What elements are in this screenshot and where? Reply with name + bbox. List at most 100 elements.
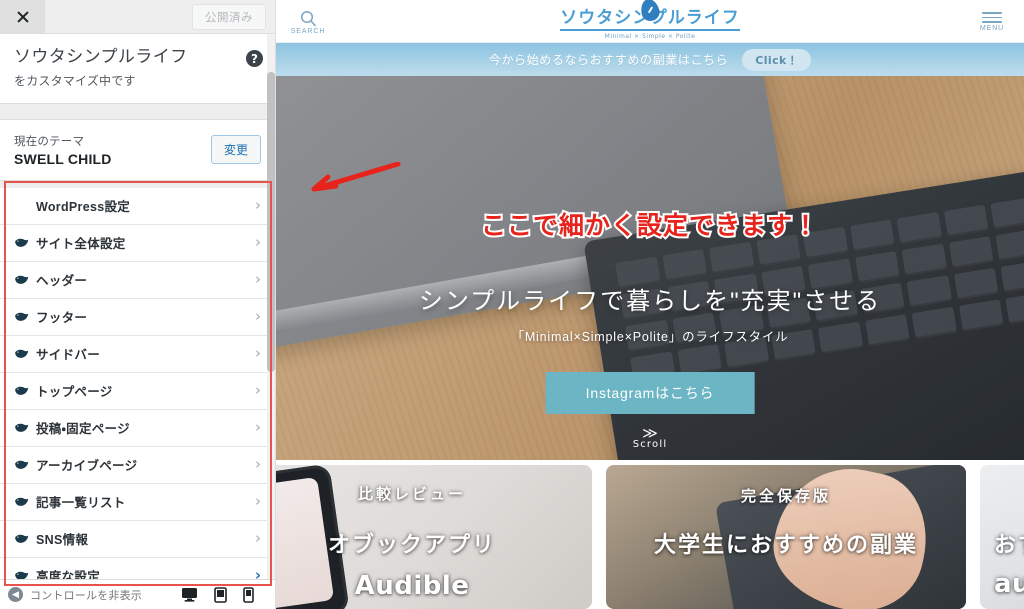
desktop-preview-icon[interactable] xyxy=(181,587,198,602)
notification-click-button[interactable]: Click！ xyxy=(742,48,812,71)
card-brand: audiobook.j xyxy=(994,569,1024,599)
sidebar-divider-2 xyxy=(0,180,275,188)
chevron-right-icon: › xyxy=(255,418,261,437)
search-label: SEARCH xyxy=(290,27,326,35)
sidebar-item-label: ヘッダー xyxy=(36,274,88,289)
site-header: SEARCH ソウタシンプルライフ Minimal × Simple × Pol… xyxy=(276,0,1024,43)
change-theme-button[interactable]: 変更 xyxy=(210,135,261,165)
scroll-indicator[interactable]: ≫ Scroll xyxy=(633,423,668,450)
site-logo[interactable]: ソウタシンプルライフ Minimal × Simple × Polite xyxy=(340,0,960,40)
sidebar-item-label: WordPress設定 xyxy=(36,200,131,215)
chevron-right-icon: › xyxy=(255,270,261,289)
sidebar-scrollbar-thumb[interactable] xyxy=(267,72,275,372)
swell-bird-icon xyxy=(14,274,36,285)
swell-bird-icon xyxy=(14,348,36,359)
tablet-preview-icon[interactable] xyxy=(214,586,227,603)
card-headline: オブックアプリ xyxy=(327,532,496,557)
menu-label: MENU xyxy=(979,24,1005,32)
swell-bird-icon xyxy=(14,385,36,396)
sidebar-item-label: サイト全体設定 xyxy=(36,237,126,252)
swell-bird-icon xyxy=(14,311,36,322)
swell-bird-icon xyxy=(14,237,36,248)
customizer-sidebar: 公開済み ソウタシンプルライフ をカスタマイズ中です ? 現在のテーマ SWEL… xyxy=(0,0,276,609)
sidebar-item-5[interactable]: サイドバー › xyxy=(0,335,275,373)
sidebar-item-label: 投稿・固定ページ xyxy=(36,422,130,437)
sidebar-item-10[interactable]: SNS情報 › xyxy=(0,520,275,558)
current-theme-texts: 現在のテーマ SWELL CHILD xyxy=(14,133,211,167)
sidebar-item-7[interactable]: 投稿・固定ページ › xyxy=(0,409,275,447)
chevron-right-icon: › xyxy=(255,233,261,252)
site-tagline: Minimal × Simple × Polite xyxy=(604,32,696,40)
notification-bar[interactable]: 今から始めるならおすすめの副業はこちら Click！ xyxy=(276,43,1024,76)
sidebar-item-3[interactable]: ヘッダー › xyxy=(0,261,275,299)
annotation-arrow-icon xyxy=(311,162,401,192)
card-eyebrow: 比較レビュー xyxy=(357,486,466,503)
swell-bird-icon xyxy=(14,533,36,544)
card-headline: 大学生におすすめの副業 xyxy=(653,532,918,557)
chevron-right-icon: › xyxy=(255,492,261,511)
sidebar-divider xyxy=(0,103,275,119)
current-theme-label: 現在のテーマ xyxy=(14,135,85,148)
hero-title: シンプルライフで暮らしを"充実"させる xyxy=(418,288,882,315)
sidebar-item-label: サイドバー xyxy=(36,348,101,363)
sidebar-item-label: フッター xyxy=(36,311,88,326)
sidebar-item-4[interactable]: フッター › xyxy=(0,298,275,336)
chevron-left-icon: ◀ xyxy=(8,587,23,602)
device-preview-buttons xyxy=(181,586,268,603)
swell-bird-icon xyxy=(14,422,36,433)
customizer-footer: ◀ コントロールを非表示 xyxy=(0,579,275,609)
swell-bird-icon xyxy=(14,459,36,470)
sidebar-item-9[interactable]: 記事一覧リスト › xyxy=(0,483,275,521)
search-icon xyxy=(300,10,316,27)
article-card-strip: 比較レビュー オブックアプリ Audible 完全保存版 大学生におすすめの副業… xyxy=(276,460,1024,609)
chevron-right-icon: › xyxy=(255,455,261,474)
chevron-down-icon: ≫ xyxy=(642,423,658,442)
sidebar-item-label: トップページ xyxy=(36,385,113,400)
customizer-title-block: ソウタシンプルライフ をカスタマイズ中です ? xyxy=(0,34,275,104)
help-icon[interactable]: ? xyxy=(246,50,263,67)
sidebar-item-label: SNS情報 xyxy=(36,533,89,548)
search-button[interactable]: SEARCH xyxy=(276,8,340,35)
notification-text: 今から始めるならおすすめの副業はこちら xyxy=(488,53,729,67)
card-brand: Audible xyxy=(354,571,470,601)
collapse-controls-label: コントロールを非表示 xyxy=(30,589,142,602)
customizer-screen: 公開済み ソウタシンプルライフ をカスタマイズ中です ? 現在のテーマ SWEL… xyxy=(0,0,1024,609)
menu-button[interactable]: MENU xyxy=(960,10,1024,32)
swell-bird-icon xyxy=(14,496,36,507)
list-item[interactable]: 比較レビュー オブックアプリ Audible xyxy=(276,465,592,609)
current-theme-row: 現在のテーマ SWELL CHILD 変更 xyxy=(0,118,275,181)
customizer-topbar: 公開済み xyxy=(0,0,275,34)
publish-button[interactable]: 公開済み xyxy=(192,3,266,30)
close-icon xyxy=(16,10,29,23)
hero-subtitle: 「Minimal×Simple×Polite」のライフスタイル xyxy=(511,330,789,344)
sidebar-item-6[interactable]: トップページ › xyxy=(0,372,275,410)
site-preview-frame[interactable]: SEARCH ソウタシンプルライフ Minimal × Simple × Pol… xyxy=(276,0,1024,609)
chevron-right-icon: › xyxy=(255,381,261,400)
sidebar-item-8[interactable]: アーカイブページ › xyxy=(0,446,275,484)
chevron-right-icon: › xyxy=(255,196,261,215)
page-title: ソウタシンプルライフ xyxy=(14,47,188,66)
hero-section: ここで細かく設定できます！ シンプルライフで暮らしを"充実"させる 「Minim… xyxy=(276,76,1024,460)
list-item[interactable]: おすすめオーデ audiobook.j xyxy=(980,465,1024,609)
sidebar-item-2[interactable]: サイト全体設定 › xyxy=(0,224,275,262)
sidebar-item-label: 記事一覧リスト xyxy=(36,496,126,511)
close-customizer-button[interactable] xyxy=(0,0,45,33)
page-subtitle: をカスタマイズ中です xyxy=(14,73,136,88)
collapse-controls-button[interactable]: ◀ コントロールを非表示 xyxy=(8,587,181,603)
chevron-right-icon: › xyxy=(255,529,261,548)
site-logo-line: ソウタシンプルライフ xyxy=(560,0,740,31)
card-eyebrow: 完全保存版 xyxy=(740,488,831,505)
chevron-right-icon: › xyxy=(255,344,261,363)
sidebar-item-label: アーカイブページ xyxy=(36,459,138,474)
hero-cta-button[interactable]: Instagramはこちら xyxy=(545,372,755,414)
customizer-panel-list: WordPress設定 › サイト全体設定 › ヘッダー › フッター › サイドバー › トップペ… xyxy=(0,187,275,595)
hamburger-icon xyxy=(982,12,1002,23)
chevron-right-icon: › xyxy=(255,307,261,326)
sidebar-item-1[interactable]: WordPress設定 › xyxy=(0,187,275,225)
card-headline: おすすめオーデ xyxy=(994,532,1024,557)
hero-annotation-text: ここで細かく設定できます！ xyxy=(479,209,820,242)
list-item[interactable]: 完全保存版 大学生におすすめの副業 xyxy=(606,465,966,609)
current-theme-name: SWELL CHILD xyxy=(14,150,112,167)
mobile-preview-icon[interactable] xyxy=(243,586,254,603)
